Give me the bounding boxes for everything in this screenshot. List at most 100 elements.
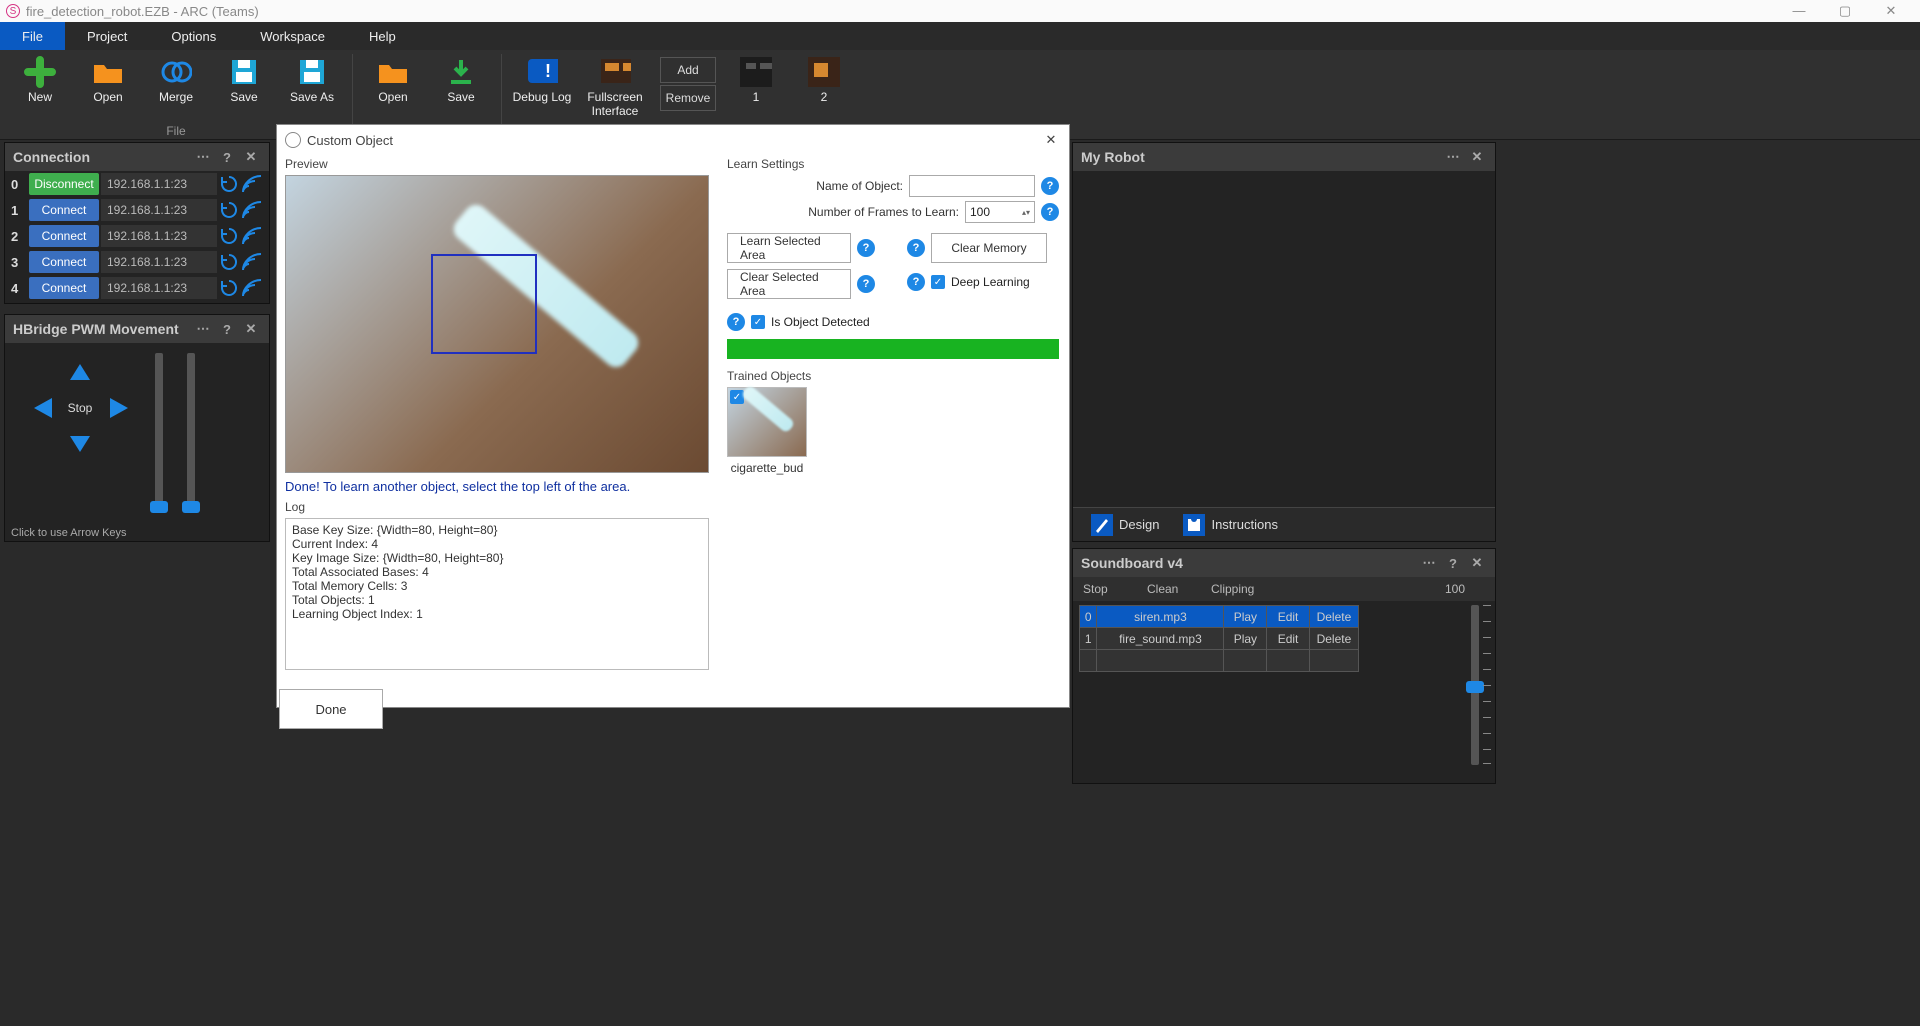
new-button[interactable]: New: [6, 54, 74, 104]
ribbon-group-label-file: File: [166, 124, 185, 138]
design-tab[interactable]: Design: [1079, 510, 1171, 540]
cloud-save-button[interactable]: Save: [427, 54, 495, 104]
soundboard-row[interactable]: 1 fire_sound.mp3 Play Edit Delete: [1080, 628, 1359, 650]
help-icon[interactable]: ?: [217, 322, 237, 337]
open-button[interactable]: Open: [74, 54, 142, 104]
help-icon[interactable]: ?: [1041, 177, 1059, 195]
frames-spinner[interactable]: 100▴▾: [965, 201, 1035, 223]
workspace-2-button[interactable]: 2: [790, 54, 858, 104]
ip-input[interactable]: 192.168.1.1:23: [101, 225, 217, 247]
design-icon: [1091, 514, 1113, 536]
refresh-icon[interactable]: [219, 174, 239, 194]
close-window-button[interactable]: ✕: [1868, 0, 1914, 22]
folder-open-icon: [377, 56, 409, 88]
menu-file[interactable]: File: [0, 22, 65, 50]
ip-input[interactable]: 192.168.1.1:23: [101, 173, 217, 195]
minimize-button[interactable]: —: [1776, 0, 1822, 22]
ip-input[interactable]: 192.168.1.1:23: [101, 251, 217, 273]
reverse-button[interactable]: [62, 429, 98, 457]
debug-log-button[interactable]: ! Debug Log: [508, 54, 576, 104]
done-button[interactable]: Done: [279, 689, 383, 729]
maximize-button[interactable]: ▢: [1822, 0, 1868, 22]
volume-slider[interactable]: [1471, 605, 1479, 765]
edit-button[interactable]: Edit: [1267, 606, 1310, 628]
saveas-button[interactable]: Save As: [278, 54, 346, 104]
cloud-open-button[interactable]: Open: [359, 54, 427, 104]
sb-stop[interactable]: Stop: [1073, 582, 1137, 596]
help-icon[interactable]: ?: [857, 275, 875, 293]
custom-object-dialog: Custom Object ✕ Preview Done! To learn a…: [276, 124, 1070, 708]
help-icon[interactable]: ?: [217, 150, 237, 165]
panel-menu-icon[interactable]: ⋯: [193, 321, 213, 337]
help-icon[interactable]: ?: [727, 313, 745, 331]
signal-icon: [241, 174, 263, 194]
add-workspace-button[interactable]: Add: [660, 57, 716, 83]
edit-button[interactable]: Edit: [1267, 628, 1310, 650]
hbridge-panel: HBridge PWM Movement ⋯ ? ✕ Stop: [4, 314, 270, 542]
ip-input[interactable]: 192.168.1.1:23: [101, 199, 217, 221]
fullscreen-icon: [599, 56, 631, 88]
refresh-icon[interactable]: [219, 200, 239, 220]
workspace-1-button[interactable]: 1: [722, 54, 790, 104]
camera-preview[interactable]: [285, 175, 709, 473]
play-button[interactable]: Play: [1224, 628, 1267, 650]
connect-button[interactable]: Connect: [29, 277, 99, 299]
panel-close-icon[interactable]: ✕: [1467, 555, 1487, 571]
stop-button[interactable]: Stop: [62, 394, 98, 422]
refresh-icon[interactable]: [219, 226, 239, 246]
clear-memory-button[interactable]: Clear Memory: [931, 233, 1047, 263]
ip-input[interactable]: 192.168.1.1:23: [101, 277, 217, 299]
trained-object-thumb[interactable]: ✓: [727, 387, 807, 457]
connect-button[interactable]: Connect: [29, 225, 99, 247]
menu-workspace[interactable]: Workspace: [238, 22, 347, 50]
panel-title-soundboard: Soundboard v4: [1081, 555, 1183, 571]
delete-button[interactable]: Delete: [1309, 628, 1358, 650]
panel-close-icon[interactable]: ✕: [241, 149, 261, 165]
panel-close-icon[interactable]: ✕: [1467, 149, 1487, 165]
help-icon[interactable]: ?: [1041, 203, 1059, 221]
selection-rect[interactable]: [431, 254, 537, 354]
dpad: Stop: [25, 353, 135, 463]
panel-menu-icon[interactable]: ⋯: [1443, 149, 1463, 165]
menu-options[interactable]: Options: [149, 22, 238, 50]
connect-button[interactable]: Connect: [29, 251, 99, 273]
sb-clean[interactable]: Clean: [1137, 582, 1201, 596]
delete-button[interactable]: Delete: [1309, 606, 1358, 628]
menu-help[interactable]: Help: [347, 22, 418, 50]
dialog-close-button[interactable]: ✕: [1041, 132, 1061, 148]
object-name-input[interactable]: [909, 175, 1035, 197]
play-button[interactable]: Play: [1224, 606, 1267, 628]
help-icon[interactable]: ?: [907, 239, 925, 257]
refresh-icon[interactable]: [219, 278, 239, 298]
right-button[interactable]: [101, 394, 137, 422]
menu-project[interactable]: Project: [65, 22, 149, 50]
is-detected-checkbox[interactable]: ✓: [751, 315, 765, 329]
left-speed-slider[interactable]: [155, 353, 163, 513]
soundboard-row[interactable]: [1080, 650, 1359, 672]
merge-button[interactable]: Merge: [142, 54, 210, 104]
fullscreen-button[interactable]: Fullscreen Interface: [576, 54, 654, 118]
disconnect-button[interactable]: Disconnect: [29, 173, 99, 195]
log-textarea[interactable]: Base Key Size: {Width=80, Height=80} Cur…: [285, 518, 709, 670]
deep-learning-checkbox[interactable]: ✓: [931, 275, 945, 289]
learn-selected-button[interactable]: Learn Selected Area: [727, 233, 851, 263]
connection-index: 1: [11, 203, 27, 218]
remove-workspace-button[interactable]: Remove: [660, 85, 716, 111]
help-icon[interactable]: ?: [907, 273, 925, 291]
instructions-tab[interactable]: Instructions: [1171, 510, 1289, 540]
panel-title-myrobot: My Robot: [1081, 149, 1145, 165]
panel-menu-icon[interactable]: ⋯: [193, 149, 213, 165]
soundboard-row[interactable]: 0 siren.mp3 Play Edit Delete: [1080, 606, 1359, 628]
help-icon[interactable]: ?: [857, 239, 875, 257]
clear-selected-button[interactable]: Clear Selected Area: [727, 269, 851, 299]
connect-button[interactable]: Connect: [29, 199, 99, 221]
connection-row: 2Connect192.168.1.1:23: [5, 223, 269, 249]
save-button[interactable]: Save: [210, 54, 278, 104]
panel-menu-icon[interactable]: ⋯: [1419, 555, 1439, 571]
refresh-icon[interactable]: [219, 252, 239, 272]
help-icon[interactable]: ?: [1443, 556, 1463, 571]
forward-button[interactable]: [62, 359, 98, 387]
left-button[interactable]: [25, 394, 61, 422]
panel-close-icon[interactable]: ✕: [241, 321, 261, 337]
right-speed-slider[interactable]: [187, 353, 195, 513]
